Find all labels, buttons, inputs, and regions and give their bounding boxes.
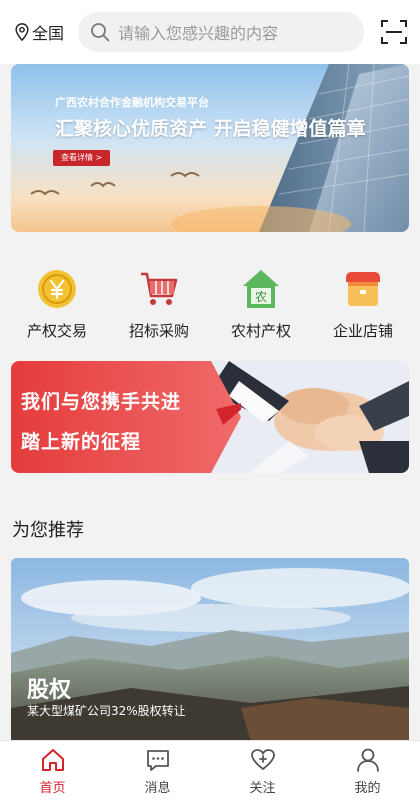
recommend-title: 股权 xyxy=(27,678,72,703)
category-property-trade[interactable]: 产权交易 xyxy=(7,232,107,360)
shopping-cart-icon xyxy=(141,272,178,305)
nav-messages[interactable]: 消息 xyxy=(105,741,210,800)
nav-profile[interactable]: 我的 xyxy=(315,741,420,800)
nav-home[interactable]: 首页 xyxy=(0,741,105,800)
home-icon xyxy=(41,749,64,771)
category-procurement[interactable]: 招标采购 xyxy=(109,232,209,360)
category-label: 产权交易 xyxy=(26,322,87,340)
promo-line-2: 踏上新的征程 xyxy=(21,431,142,453)
scan-icon[interactable] xyxy=(380,18,408,46)
birds-illustration xyxy=(30,172,351,232)
heart-plus-icon xyxy=(250,749,275,771)
category-grid: 产权交易 招标采购 农 农村产权 企业店铺 xyxy=(0,232,420,360)
svg-text:农: 农 xyxy=(255,290,267,304)
shop-icon xyxy=(346,272,380,306)
search-icon xyxy=(91,23,110,42)
category-label: 农村产权 xyxy=(230,322,291,340)
user-icon xyxy=(356,748,379,772)
location-selector[interactable]: 全国 xyxy=(14,20,64,44)
location-pin-icon xyxy=(15,23,29,41)
red-ribbon-shape xyxy=(11,361,241,473)
category-label: 招标采购 xyxy=(128,322,189,340)
banner-title: 汇聚核心优质资产 开启稳健增值篇章 xyxy=(55,118,366,140)
search-placeholder: 请输入您感兴趣的内容 xyxy=(118,24,279,43)
view-details-button[interactable]: 查看详情 > xyxy=(53,150,111,166)
nav-label: 首页 xyxy=(39,781,66,796)
recommend-description: 某大型煤矿公司32%股权转让 xyxy=(27,704,186,718)
nav-label: 关注 xyxy=(249,781,276,796)
nav-label: 我的 xyxy=(354,781,381,796)
nav-follow[interactable]: 关注 xyxy=(210,741,315,800)
section-title: 为您推荐 xyxy=(12,520,84,541)
location-label: 全国 xyxy=(32,24,65,43)
hero-banner[interactable]: 广西农村合作金融机构交易平台 汇聚核心优质资产 开启稳健增值篇章 查看详情 > xyxy=(11,64,409,232)
category-label: 企业店铺 xyxy=(332,322,393,340)
message-icon xyxy=(146,750,169,771)
promo-line-1: 我们与您携手共进 xyxy=(21,391,182,413)
search-input[interactable]: 请输入您感兴趣的内容 xyxy=(78,12,365,52)
recommend-card[interactable]: 股权 某大型煤矿公司32%股权转让 xyxy=(11,558,409,742)
category-rural-property[interactable]: 农 农村产权 xyxy=(211,232,311,360)
rural-house-icon: 农 xyxy=(243,270,279,308)
banner-subtitle: 广西农村合作金融机构交易平台 xyxy=(55,96,209,109)
nav-label: 消息 xyxy=(144,781,171,796)
yuan-coin-icon xyxy=(38,270,76,308)
promo-banner[interactable]: 我们与您携手共进 踏上新的征程 xyxy=(11,361,409,473)
top-bar: 全国 请输入您感兴趣的内容 xyxy=(0,0,420,64)
category-enterprise-shop[interactable]: 企业店铺 xyxy=(313,232,413,360)
bottom-nav: 首页 消息 关注 我的 xyxy=(0,740,420,800)
